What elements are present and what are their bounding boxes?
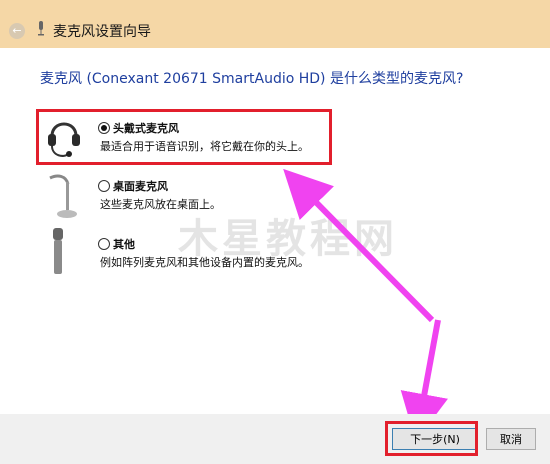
option-desc-other: 例如阵列麦克风和其他设备内置的麦克风。 <box>100 256 309 269</box>
page-question: 麦克风 (Conexant 20671 SmartAudio HD) 是什么类型… <box>40 71 464 87</box>
next-highlight-box <box>385 421 478 456</box>
option-label-desktop-mic[interactable]: 桌面麦克风 <box>113 178 168 194</box>
cancel-button[interactable]: 取消 <box>486 428 536 450</box>
radio-other[interactable] <box>98 238 110 250</box>
option-label-other[interactable]: 其他 <box>113 236 135 252</box>
desktop-mic-icon <box>49 174 77 218</box>
radio-desktop-mic[interactable] <box>98 180 110 192</box>
window-title: 麦克风设置向导 <box>53 24 151 40</box>
microphone-icon <box>38 21 44 36</box>
title-bar: ← 麦克风设置向导 <box>0 0 550 48</box>
handheld-mic-icon <box>53 228 63 274</box>
headset-highlight-box <box>36 109 332 165</box>
back-arrow-icon[interactable]: ← <box>9 23 25 39</box>
